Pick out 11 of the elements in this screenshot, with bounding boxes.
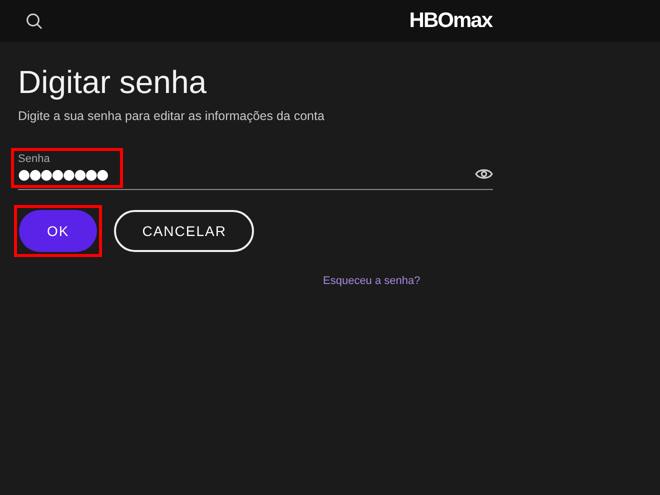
password-field[interactable]: Senha ●●●●●●●● [11,148,493,190]
field-label: Senha [18,153,51,165]
page-subtitle: Digite a sua senha para editar as informações da conta [18,109,326,123]
logo[interactable]: HBOmax [409,9,492,33]
ok-button[interactable]: OK [19,210,98,252]
password-value: ●●●●●●●● [18,166,108,183]
page-title: Digitar senha [18,64,208,101]
search-icon[interactable] [26,12,43,30]
cancel-button[interactable]: CANCELAR [114,210,254,252]
eye-icon[interactable] [475,168,493,180]
forgot-password-link[interactable]: Esqueceu a senha? [323,275,420,287]
